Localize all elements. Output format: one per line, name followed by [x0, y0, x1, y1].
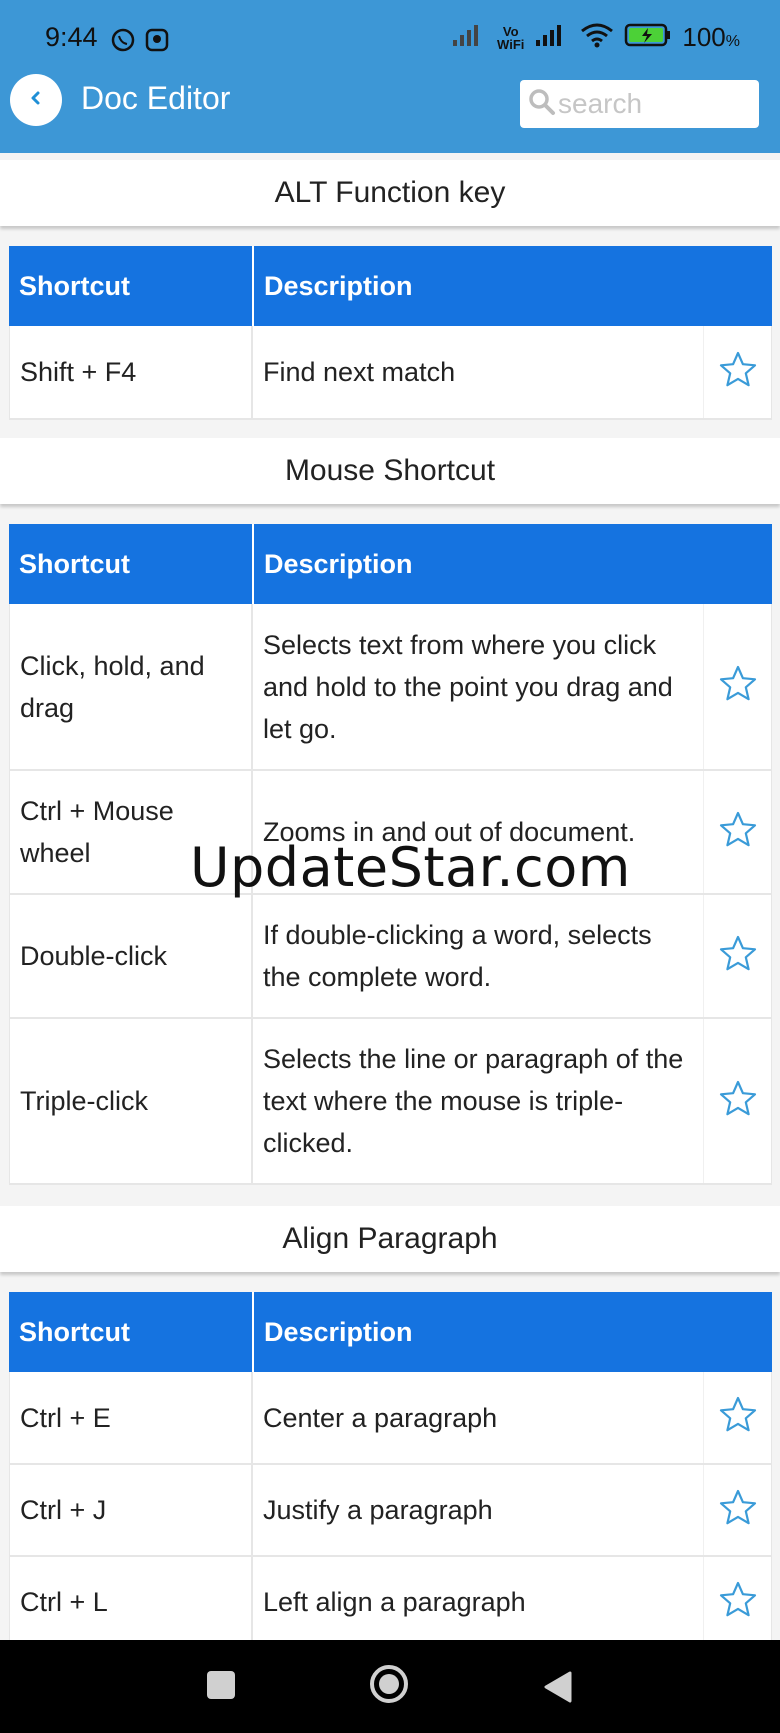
table-row[interactable]: Triple-click Selects the line or paragra… [9, 1019, 772, 1185]
shortcut-cell: Double-click [10, 895, 253, 1017]
table-row[interactable]: Ctrl + E Center a paragraph [9, 1372, 772, 1465]
favorite-button[interactable] [703, 1019, 771, 1183]
system-nav-bar [0, 1640, 780, 1733]
app-title: Doc Editor [81, 80, 231, 116]
column-header-description: Description [254, 246, 772, 326]
favorite-button[interactable] [703, 895, 771, 1017]
section-title: Align Paragraph [0, 1206, 780, 1272]
status-bar: 9:44 Vo WiFi 100% [0, 0, 780, 80]
star-icon [718, 664, 758, 709]
table-header: Shortcut Description [9, 1292, 772, 1372]
app-bar: 9:44 Vo WiFi 100% Doc Editor search [0, 0, 780, 153]
search-box[interactable] [520, 80, 759, 128]
description-cell: Find next match [263, 357, 456, 387]
shortcut-cell: Triple-click [10, 1019, 253, 1183]
system-back-button[interactable] [543, 1670, 573, 1709]
favorite-button[interactable] [703, 1372, 771, 1463]
description-cell: Justify a paragraph [263, 1495, 493, 1525]
back-button[interactable] [10, 74, 62, 126]
description-cell: Selects the line or paragraph of the tex… [263, 1044, 684, 1158]
shortcut-cell: Shift + F4 [10, 326, 253, 418]
column-header-shortcut: Shortcut [9, 1292, 252, 1372]
signal-icon-2 [534, 22, 570, 53]
star-icon [718, 810, 758, 855]
description-cell: Center a paragraph [263, 1402, 498, 1433]
star-icon [718, 1395, 758, 1440]
favorite-button[interactable] [703, 326, 771, 418]
column-header-shortcut: Shortcut [9, 246, 252, 326]
status-right-icons: Vo WiFi 100% [451, 22, 740, 53]
battery-percent: 100% [682, 22, 740, 52]
home-button[interactable] [369, 1664, 409, 1709]
table-row[interactable]: Ctrl + J Justify a paragraph [9, 1465, 772, 1557]
table-row[interactable]: Ctrl + L Left align a paragraph [9, 1557, 772, 1640]
table-header: Shortcut Description [9, 246, 772, 326]
table-row[interactable]: Double-click If double-clicking a word, … [9, 895, 772, 1019]
column-header-description: Description [254, 524, 772, 604]
star-icon [718, 1580, 758, 1625]
notification-icons [110, 26, 172, 59]
home-circle-icon [369, 1665, 409, 1708]
table-row[interactable]: Click, hold, and drag Selects text from … [9, 604, 772, 771]
column-header-shortcut: Shortcut [9, 524, 252, 604]
star-icon [718, 350, 758, 395]
back-triangle-icon [543, 1671, 573, 1708]
description-cell: If double-clicking a word, selects the c… [263, 920, 652, 992]
status-time: 9:44 [45, 22, 98, 52]
shortcut-cell: Ctrl + J [10, 1465, 253, 1555]
favorite-button[interactable] [703, 604, 771, 769]
search-icon [528, 88, 556, 121]
star-icon [718, 1488, 758, 1533]
chevron-left-icon [27, 89, 45, 112]
shortcut-table: Shortcut Description Ctrl + E Center a p… [9, 1292, 772, 1640]
watermark-text: UpdateStar.com [190, 836, 631, 899]
battery-icon [624, 22, 672, 53]
column-header-description: Description [254, 1292, 772, 1372]
favorite-button[interactable] [703, 1465, 771, 1555]
description-cell: Selects text from where you click and ho… [263, 629, 673, 744]
favorite-button[interactable] [703, 771, 771, 893]
wifi-icon [580, 22, 614, 53]
table-row[interactable]: Shift + F4 Find next match [9, 326, 772, 420]
signal-icon [451, 22, 487, 53]
shortcut-cell: Ctrl + E [10, 1372, 253, 1463]
shortcut-table: Shortcut Description Shift + F4 Find nex… [9, 246, 772, 420]
section-title: Mouse Shortcut [0, 438, 780, 504]
shortcut-cell: Ctrl + L [10, 1557, 253, 1640]
section-title: ALT Function key [0, 160, 780, 226]
recent-apps-button[interactable] [207, 1671, 235, 1699]
shortcut-list[interactable]: ALT Function key Shortcut Description Sh… [0, 153, 780, 1640]
favorite-button[interactable] [703, 1557, 771, 1640]
vowifi-icon: Vo WiFi [497, 23, 525, 52]
star-icon [718, 1079, 758, 1124]
shortcut-cell: Click, hold, and drag [10, 604, 253, 769]
table-header: Shortcut Description [9, 524, 772, 604]
search-input[interactable] [558, 88, 748, 120]
description-cell: Left align a paragraph [263, 1587, 526, 1617]
star-icon [718, 934, 758, 979]
